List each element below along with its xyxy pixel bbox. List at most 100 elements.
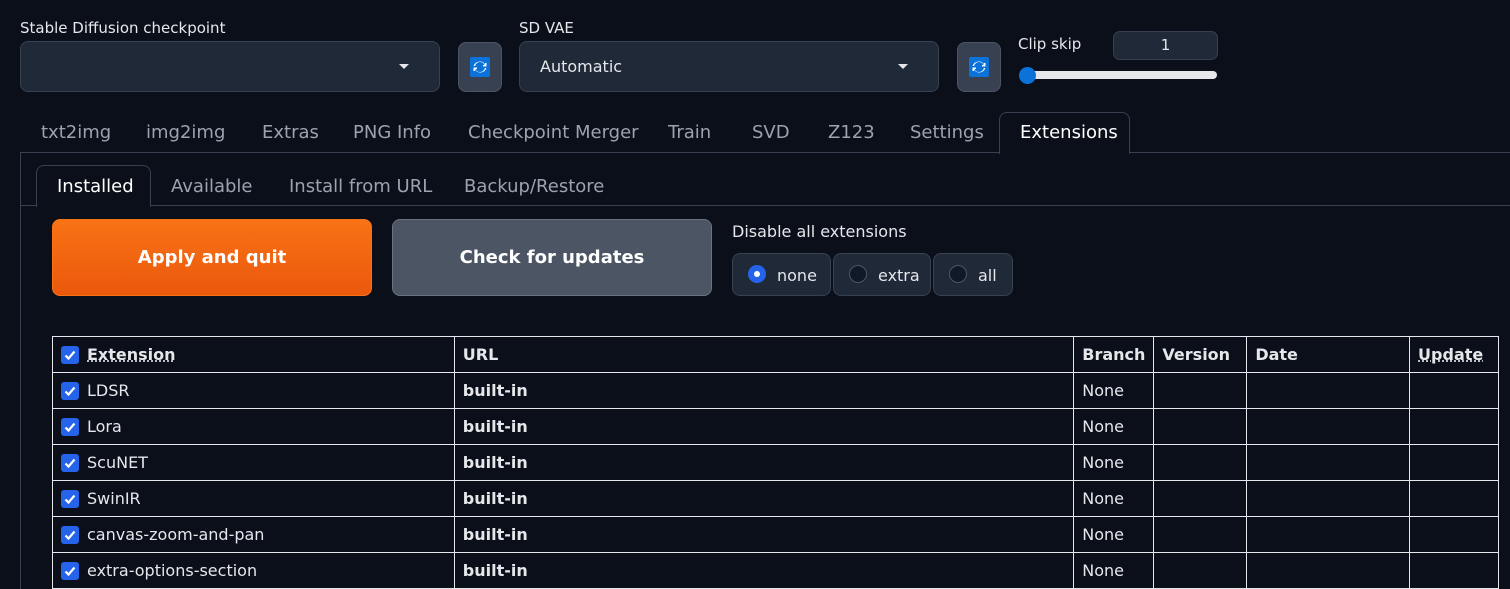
table-row: canvas-zoom-and-pan built-in None: [52, 516, 1499, 553]
extension-cell: ScuNET: [52, 444, 455, 481]
url-cell: built-in: [453, 552, 1075, 589]
subtab-installed[interactable]: Installed: [57, 176, 134, 197]
vae-dropdown[interactable]: Automatic: [519, 41, 939, 92]
tab-txt2img[interactable]: txt2img: [41, 122, 111, 143]
radio-label: none: [777, 266, 817, 285]
table-row: LDSR built-in None: [52, 372, 1499, 409]
checkpoint-label: Stable Diffusion checkpoint: [20, 19, 226, 37]
update-cell: [1409, 516, 1499, 553]
extension-cell: extra-options-section: [52, 552, 455, 589]
radio-option-extra[interactable]: extra: [833, 253, 931, 296]
branch-cell: None: [1073, 480, 1155, 517]
refresh-icon: [470, 57, 490, 77]
radio-unselected-icon: [949, 265, 967, 283]
radio-unselected-icon: [849, 265, 867, 283]
tab-svd[interactable]: SVD: [752, 122, 790, 143]
update-cell: [1409, 552, 1499, 589]
url-cell: built-in: [453, 372, 1075, 409]
checkbox-checked-icon[interactable]: [61, 418, 79, 437]
checkbox-checked-icon[interactable]: [61, 526, 79, 545]
extension-name: canvas-zoom-and-pan: [87, 524, 265, 544]
column-header-label[interactable]: Update: [1418, 345, 1483, 364]
extension-cell: LDSR: [52, 372, 455, 409]
url-cell: built-in: [453, 444, 1075, 481]
tab-divider: [1130, 152, 1510, 153]
version-cell: [1153, 444, 1248, 481]
extension-name: LDSR: [87, 380, 130, 400]
tab-extensions[interactable]: Extensions: [1020, 122, 1118, 143]
update-cell: [1409, 480, 1499, 517]
date-cell: [1246, 444, 1411, 481]
subtab-backup-restore[interactable]: Backup/Restore: [464, 176, 604, 197]
tab-settings[interactable]: Settings: [910, 122, 984, 143]
apply-and-quit-button[interactable]: Apply and quit: [52, 219, 372, 296]
branch-cell: None: [1073, 516, 1155, 553]
radio-option-none[interactable]: none: [732, 253, 831, 296]
table-row: extra-options-section built-in None: [52, 552, 1499, 589]
column-header-branch: Branch: [1073, 336, 1155, 373]
extension-name: Lora: [87, 416, 122, 436]
extension-cell: SwinIR: [52, 480, 455, 517]
column-header-update: Update: [1409, 336, 1499, 373]
radio-selected-icon: [748, 265, 766, 283]
clip-skip-slider-handle[interactable]: [1019, 67, 1036, 84]
refresh-vae-button[interactable]: [957, 42, 1001, 92]
tab-z123[interactable]: Z123: [828, 122, 875, 143]
select-all-checkbox[interactable]: [61, 346, 79, 365]
column-header-date: Date: [1246, 336, 1411, 373]
column-header-url: URL: [453, 336, 1075, 373]
clip-skip-slider-track[interactable]: [1020, 71, 1217, 79]
subtab-divider: [151, 205, 1510, 206]
checkpoint-dropdown[interactable]: [20, 41, 440, 92]
radio-label: extra: [878, 266, 920, 285]
vae-value: Automatic: [540, 57, 623, 76]
refresh-icon: [969, 57, 989, 77]
radio-label: all: [978, 266, 997, 285]
url-cell: built-in: [453, 480, 1075, 517]
extension-name: extra-options-section: [87, 560, 258, 580]
radio-option-all[interactable]: all: [933, 253, 1013, 296]
version-cell: [1153, 552, 1248, 589]
tab-extras[interactable]: Extras: [262, 122, 319, 143]
panel-border: [20, 153, 21, 589]
extension-cell: canvas-zoom-and-pan: [52, 516, 455, 553]
tab-png-info[interactable]: PNG Info: [353, 122, 431, 143]
refresh-checkpoint-button[interactable]: [458, 42, 502, 92]
checkbox-checked-icon[interactable]: [61, 382, 79, 401]
disable-extensions-label: Disable all extensions: [732, 222, 907, 241]
url-cell: built-in: [453, 408, 1075, 445]
branch-cell: None: [1073, 444, 1155, 481]
tab-img2img[interactable]: img2img: [146, 122, 225, 143]
version-cell: [1153, 480, 1248, 517]
subtab-divider: [20, 205, 36, 206]
branch-cell: None: [1073, 408, 1155, 445]
tab-checkpoint-merger[interactable]: Checkpoint Merger: [468, 122, 639, 143]
checkbox-checked-icon[interactable]: [61, 490, 79, 509]
column-header-extension: Extension: [52, 336, 455, 373]
tab-train[interactable]: Train: [668, 122, 711, 143]
table-row: Lora built-in None: [52, 408, 1499, 445]
date-cell: [1246, 372, 1411, 409]
tab-divider: [20, 152, 999, 153]
branch-cell: None: [1073, 552, 1155, 589]
subtab-install-from-url[interactable]: Install from URL: [289, 176, 432, 197]
table-row: ScuNET built-in None: [52, 444, 1499, 481]
date-cell: [1246, 516, 1411, 553]
version-cell: [1153, 372, 1248, 409]
vae-label: SD VAE: [519, 19, 574, 37]
version-cell: [1153, 408, 1248, 445]
check-for-updates-button[interactable]: Check for updates: [392, 219, 712, 296]
column-header-label[interactable]: Extension: [87, 345, 176, 364]
clip-skip-input[interactable]: 1: [1113, 31, 1218, 60]
update-cell: [1409, 408, 1499, 445]
column-header-version: Version: [1153, 336, 1248, 373]
checkbox-checked-icon[interactable]: [61, 454, 79, 473]
date-cell: [1246, 480, 1411, 517]
table-header-row: Extension URL Branch Version Date Update: [52, 336, 1499, 373]
checkbox-checked-icon[interactable]: [61, 562, 79, 581]
extensions-table: Extension URL Branch Version Date Update…: [52, 336, 1499, 589]
update-cell: [1409, 372, 1499, 409]
url-cell: built-in: [453, 516, 1075, 553]
subtab-available[interactable]: Available: [171, 176, 252, 197]
date-cell: [1246, 552, 1411, 589]
